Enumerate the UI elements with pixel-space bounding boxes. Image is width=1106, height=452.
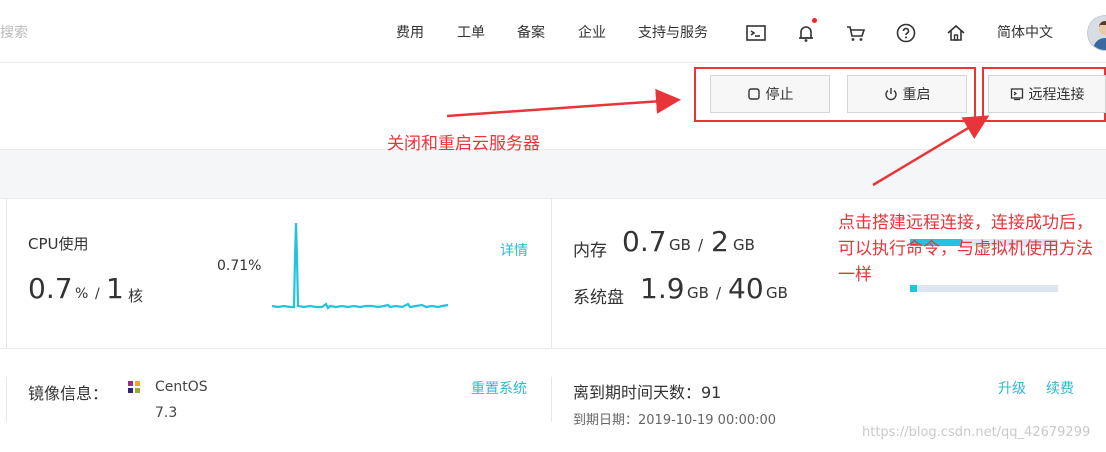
annotation-remote: 点击搭建远程连接，连接成功后，可以执行命令，与虚拟机使用方法一样 <box>838 213 1093 285</box>
annotation-stop-restart: 关闭和重启云服务器 <box>387 134 540 154</box>
watermark: https://blog.csdn.net/qq_42679299 <box>862 425 1091 440</box>
